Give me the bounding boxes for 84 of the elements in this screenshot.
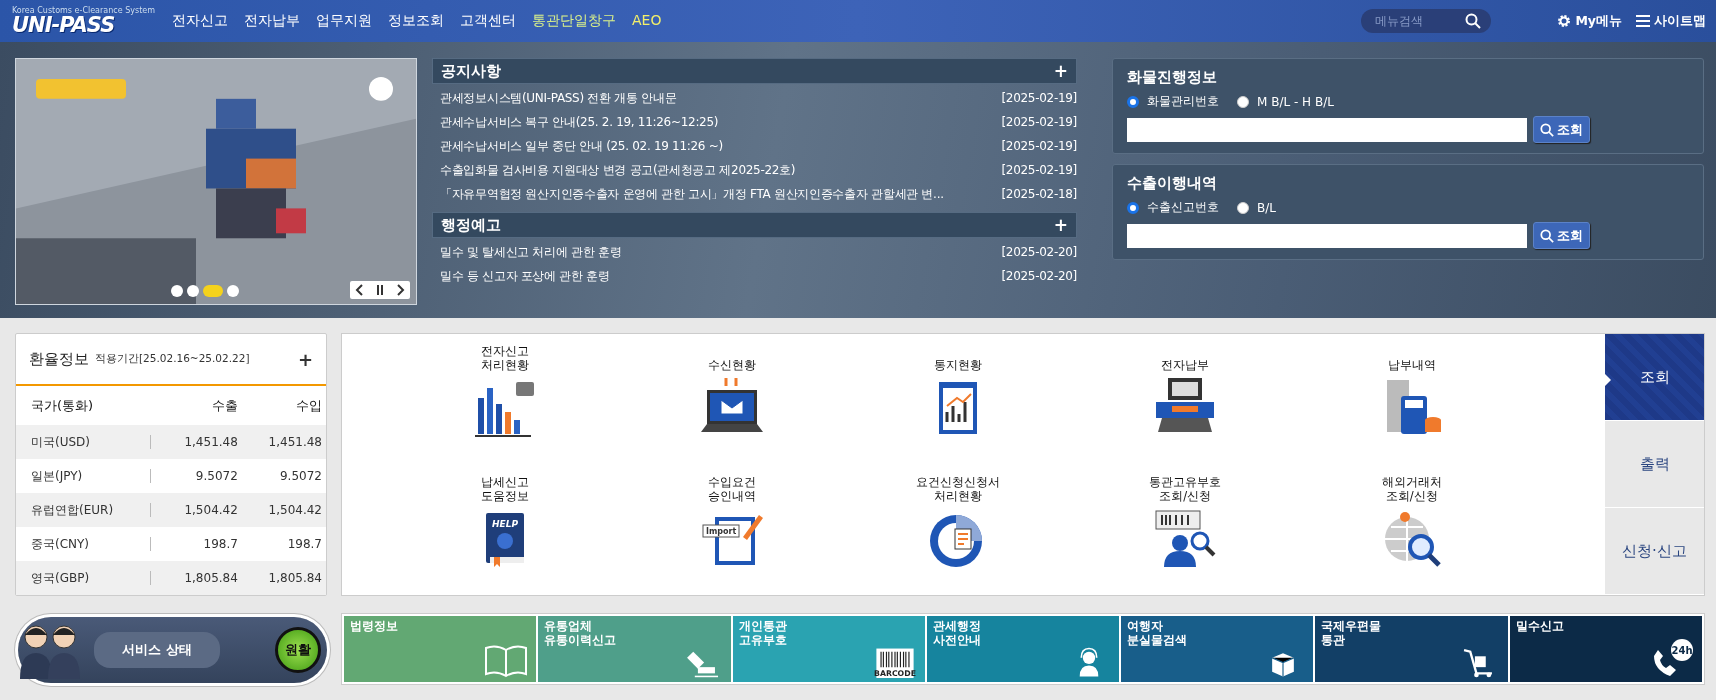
table-cell-text: 1,805.84: [267, 571, 322, 585]
more-link[interactable]: +: [1053, 215, 1068, 235]
table-cell-text: 9.5072: [279, 469, 322, 483]
nav-link[interactable]: 정보조회: [388, 12, 444, 30]
service-link[interactable]: 수입요건 승인내역 Import: [618, 464, 846, 595]
service-link[interactable]: 해외거래처 조회/신청: [1298, 464, 1525, 595]
radio-option[interactable]: B/L: [1237, 199, 1276, 216]
lookup-field[interactable]: [1127, 117, 1527, 142]
quick-link-tile[interactable]: 밀수신고 24h: [1509, 616, 1702, 682]
sitemap-link[interactable]: 사이트맵: [1636, 12, 1706, 30]
gear-icon: [1557, 14, 1572, 28]
column-header: 수출: [210, 396, 238, 415]
column-header: 국가(통화): [31, 398, 95, 413]
search-button[interactable]: 조회: [1533, 222, 1590, 249]
notice-link[interactable]: 관세수납서비스 복구 안내(25. 2. 19, 11:26~12:25): [440, 113, 719, 131]
radio-option[interactable]: 수출신고번호: [1127, 199, 1219, 216]
search-icon[interactable]: [1465, 13, 1482, 29]
nav-link[interactable]: 업무지원: [316, 12, 372, 30]
status-label: 서비스 상태: [94, 632, 220, 668]
service-link[interactable]: 통관고유부호 조회/신청: [1071, 464, 1299, 595]
notice-date: [2025-02-18]: [1001, 187, 1077, 201]
table-cell-text: 1,504.42: [267, 503, 322, 517]
notice-date: [2025-02-20]: [1001, 269, 1077, 283]
notice-link[interactable]: 관세수납서비스 일부 중단 안내 (25. 02. 19 11:26 ~): [440, 137, 723, 155]
nav-link[interactable]: 통관단일창구: [532, 12, 616, 30]
notice-date: [2025-02-19]: [1001, 139, 1077, 153]
service-link[interactable]: 요건신청신청서 처리현황: [845, 464, 1072, 595]
radio-option[interactable]: M B/L - H B/L: [1237, 93, 1334, 110]
side-tab[interactable]: 출력: [1605, 421, 1704, 508]
table-cell: 중국(CNY): [31, 537, 151, 551]
quick-link-tile[interactable]: 여행자 분실물검색: [1121, 616, 1314, 682]
table-cell-text: 1,451.48: [183, 435, 238, 449]
search-icon: [1540, 228, 1554, 243]
menu-icon: [1636, 15, 1650, 27]
nav-link[interactable]: AEO: [632, 12, 662, 30]
table-cell: 유럽연합(EUR): [31, 503, 151, 517]
notice-date: [2025-02-20]: [1001, 245, 1077, 259]
service-link[interactable]: 전자납부: [1071, 334, 1299, 465]
notice-date: [2025-02-19]: [1001, 115, 1077, 129]
table-cell-text: 1,451.48: [267, 435, 322, 449]
panel-title: 수출이행내역: [1127, 174, 1218, 193]
notice-date: [2025-02-19]: [1001, 163, 1077, 177]
nav-link[interactable]: 전자납부: [244, 12, 300, 30]
search-icon: [1540, 122, 1554, 137]
notice-link[interactable]: 밀수 등 신고자 포상에 관한 훈령: [440, 267, 610, 285]
section-title: 공지사항: [441, 61, 501, 81]
table-cell-text: 9.5072: [194, 469, 238, 483]
my-menu-link[interactable]: My메뉴: [1557, 12, 1622, 30]
service-link[interactable]: 수신현황: [618, 334, 846, 465]
table-cell-text: 198.7: [286, 537, 322, 551]
side-tab[interactable]: 조회: [1605, 334, 1704, 421]
radio-option[interactable]: 화물관리번호: [1127, 93, 1219, 110]
search-field[interactable]: 메뉴검색: [1361, 9, 1492, 33]
search-button[interactable]: 조회: [1533, 116, 1590, 143]
period-text: 적용기간[25.02.16~25.02.22]: [95, 352, 250, 366]
column-header: 수입: [295, 396, 322, 415]
quick-link-tile[interactable]: 국제우편물 통관: [1315, 616, 1508, 682]
service-link[interactable]: 납세신고 도움정보 HELP: [392, 464, 619, 595]
table-cell-text: 198.7: [202, 537, 238, 551]
service-link[interactable]: 통지현황: [845, 334, 1072, 465]
nav-link[interactable]: 전자신고: [172, 12, 228, 30]
table-cell: 영국(GBP): [31, 571, 151, 585]
card-title: 환율정보: [29, 349, 89, 369]
more-link[interactable]: +: [1053, 61, 1068, 81]
table-cell: 미국(USD): [31, 435, 151, 449]
nav-link[interactable]: 고객센터: [460, 12, 516, 30]
logo[interactable]: Korea Customs e-Clearance System UNI-PASS: [12, 6, 172, 36]
notice-link[interactable]: 관세정보시스템(UNI-PASS) 전환 개통 안내문: [440, 89, 677, 107]
notice-link[interactable]: 「자유무역협정 원산지인증수출자 운영에 관한 고시」개정 FTA 원산지인증수출자 관할세관 변...: [440, 185, 944, 203]
notice-link[interactable]: 밀수 및 탈세신고 처리에 관한 훈령: [440, 243, 622, 261]
table-cell-text: 1,504.42: [183, 503, 238, 517]
status-badge: 원활: [275, 627, 321, 673]
panel-title: 화물진행정보: [1127, 68, 1218, 87]
table-cell-text: 1,805.84: [183, 571, 238, 585]
quick-link-tile[interactable]: 관세행정 사전안내: [926, 616, 1120, 682]
side-tab[interactable]: 신청·신고: [1605, 508, 1704, 595]
section-title: 행정예고: [441, 215, 501, 235]
service-link[interactable]: 납부내역: [1298, 334, 1525, 465]
more-link[interactable]: +: [297, 348, 313, 370]
notice-link[interactable]: 수출입화물 검사비용 지원대상 변경 공고(관세청공고 제2025-22호): [440, 161, 796, 179]
lookup-field[interactable]: [1127, 223, 1527, 248]
service-link[interactable]: 전자신고 처리현황: [392, 334, 619, 465]
notice-date: [2025-02-19]: [1001, 91, 1077, 105]
table-cell: 일본(JPY): [31, 469, 151, 483]
